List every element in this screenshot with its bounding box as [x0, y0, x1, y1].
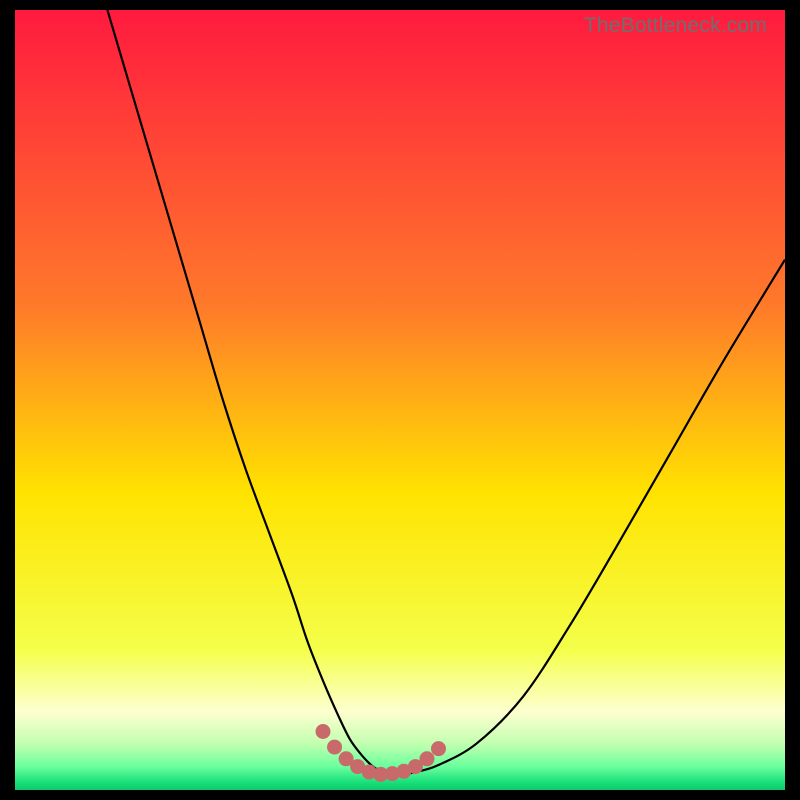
bottleneck-chart	[15, 10, 785, 790]
optimal-dot	[316, 724, 331, 739]
chart-frame: TheBottleneck.com	[15, 10, 785, 790]
optimal-dot	[327, 740, 342, 755]
optimal-dot	[431, 741, 446, 756]
optimal-dot	[419, 751, 434, 766]
watermark-text: TheBottleneck.com	[584, 14, 767, 38]
gradient-background	[15, 10, 785, 790]
